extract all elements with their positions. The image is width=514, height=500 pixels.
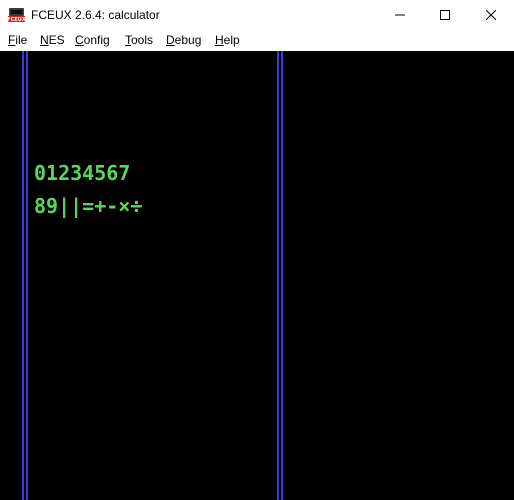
menu-bar: File NES Config Tools Debug Help <box>0 30 514 51</box>
game-screen[interactable]: 01234567 89||=+-×÷ <box>0 51 514 500</box>
menu-debug[interactable]: Debug <box>166 33 201 47</box>
right-border-line <box>277 51 279 500</box>
minimize-icon <box>395 14 405 16</box>
menu-nes[interactable]: NES <box>40 33 65 47</box>
title-bar[interactable]: FCEUX FCEUX 2.6.4: calculator <box>0 0 514 30</box>
right-border-line <box>281 51 283 500</box>
left-border-line <box>22 51 24 500</box>
symbol-glyph-row: 89||=+-×÷ <box>34 194 143 218</box>
left-border-line <box>26 51 28 500</box>
digit-glyph-row: 01234567 <box>34 161 131 185</box>
fceux-window: FCEUX FCEUX 2.6.4: calculator File NES C… <box>0 0 514 500</box>
menu-tools[interactable]: Tools <box>125 33 153 47</box>
maximize-icon <box>440 10 450 20</box>
close-icon <box>486 10 496 20</box>
svg-text:FCEUX: FCEUX <box>8 17 25 23</box>
menu-config[interactable]: Config <box>75 33 110 47</box>
menu-help[interactable]: Help <box>215 33 240 47</box>
close-button[interactable] <box>468 0 514 30</box>
window-title: FCEUX 2.6.4: calculator <box>31 8 160 22</box>
fceux-app-icon: FCEUX <box>8 8 25 23</box>
menu-file[interactable]: File <box>8 33 27 47</box>
maximize-button[interactable] <box>422 0 468 30</box>
minimize-button[interactable] <box>377 0 423 30</box>
